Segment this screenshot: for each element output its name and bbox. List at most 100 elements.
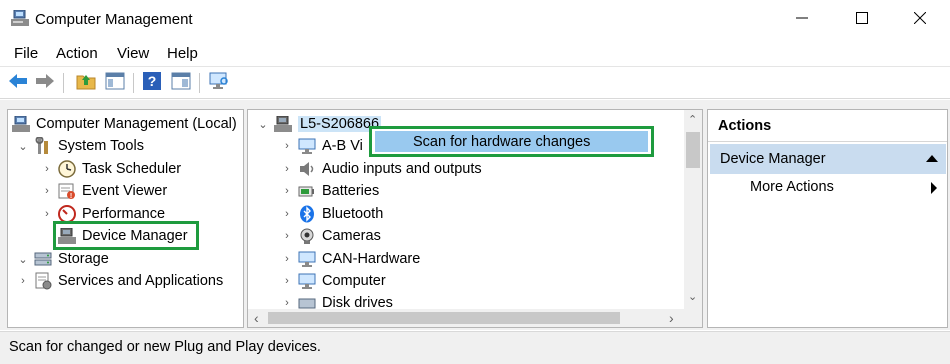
speaker-icon <box>298 160 316 178</box>
actions-pane: Actions Device Manager More Actions <box>707 109 948 328</box>
scan-for-hardware-changes-menu-item[interactable]: Scan for hardware changes <box>375 131 648 152</box>
chevron-right-icon[interactable]: › <box>280 162 294 176</box>
tree-item-label: Event Viewer <box>82 183 168 199</box>
device-category-label: Computer <box>322 273 386 289</box>
chevron-right-icon[interactable]: › <box>16 274 30 288</box>
device-category-label: Batteries <box>322 183 380 199</box>
actions-group-device-manager[interactable]: Device Manager <box>710 144 946 174</box>
device-category-label: Bluetooth <box>322 206 384 222</box>
menu-view[interactable]: View <box>117 45 149 62</box>
menu-bar: File Action View Help <box>0 41 950 67</box>
chevron-right-icon[interactable]: › <box>280 229 294 243</box>
status-text: Scan for changed or new Plug and Play de… <box>9 339 321 355</box>
device-category-label: A-B Vi <box>322 138 363 154</box>
back-arrow-icon <box>8 73 28 92</box>
scroll-corner <box>684 309 702 327</box>
tree-item-label: Task Scheduler <box>82 161 182 177</box>
minimize-button[interactable] <box>782 4 822 34</box>
title-bar: Computer Management <box>0 0 950 40</box>
device-category[interactable]: › CAN-Hardware <box>280 248 420 270</box>
scroll-left-icon[interactable]: ‹ <box>254 310 259 326</box>
tree-item-system-tools[interactable]: ⌄ System Tools <box>16 135 144 157</box>
chevron-right-icon[interactable]: › <box>280 184 294 198</box>
forward-arrow-icon <box>35 73 55 92</box>
horizontal-scroll-thumb[interactable] <box>268 312 620 324</box>
chevron-down-icon[interactable]: ⌄ <box>16 139 30 153</box>
console-tree-pane: Computer Management (Local) ⌄ System Too… <box>7 109 244 328</box>
tree-item-event-viewer[interactable]: › ! Event Viewer <box>40 180 167 202</box>
chevron-down-icon[interactable]: ⌄ <box>16 252 30 266</box>
collapse-triangle-icon[interactable] <box>926 155 938 162</box>
device-category[interactable]: › Batteries <box>280 180 379 202</box>
status-bar: Scan for changed or new Plug and Play de… <box>0 331 950 364</box>
battery-icon <box>298 182 316 200</box>
scroll-up-icon[interactable]: ⌃ <box>688 113 697 126</box>
chevron-right-icon[interactable]: › <box>280 252 294 266</box>
maximize-button[interactable] <box>842 4 882 34</box>
monitor-icon <box>298 137 316 155</box>
tree-item-label: Performance <box>82 206 166 222</box>
chevron-right-icon[interactable]: › <box>280 139 294 153</box>
chevron-right-icon[interactable]: › <box>40 184 54 198</box>
maximize-icon <box>856 11 868 27</box>
bluetooth-icon <box>298 205 316 223</box>
menu-help[interactable]: Help <box>167 45 198 62</box>
forward-button[interactable] <box>34 71 56 93</box>
clock-icon <box>58 160 76 178</box>
svg-text:!: ! <box>70 193 72 200</box>
close-button[interactable] <box>900 4 940 34</box>
menu-file[interactable]: File <box>14 45 38 62</box>
tools-icon <box>34 137 52 155</box>
vertical-scrollbar[interactable]: ⌃ ⌄ <box>684 110 702 310</box>
toolbar-separator <box>199 73 200 93</box>
device-category[interactable]: › Cameras <box>280 225 381 247</box>
chevron-right-icon[interactable]: › <box>280 274 294 288</box>
device-category-label: Audio inputs and outputs <box>322 161 482 177</box>
tree-item-label: Services and Applications <box>58 273 224 289</box>
event-viewer-icon: ! <box>58 182 76 200</box>
tree-item-task-scheduler[interactable]: › Task Scheduler <box>40 158 181 180</box>
chevron-right-icon[interactable]: › <box>280 296 294 310</box>
scan-hardware-icon <box>208 72 230 93</box>
submenu-arrow-icon <box>931 182 937 194</box>
tree-item-label: System Tools <box>58 138 144 154</box>
properties-button[interactable] <box>170 71 192 93</box>
device-category[interactable]: › Bluetooth <box>280 203 383 225</box>
chevron-right-icon[interactable]: › <box>40 207 54 221</box>
tree-item-computer-management[interactable]: Computer Management (Local) <box>12 113 237 135</box>
actions-group-label: Device Manager <box>720 151 826 167</box>
svg-text:?: ? <box>148 73 157 89</box>
back-button[interactable] <box>7 71 29 93</box>
scan-hardware-button[interactable] <box>208 71 230 93</box>
services-icon <box>34 272 52 290</box>
computer-icon <box>298 272 316 290</box>
chevron-down-icon[interactable]: ⌄ <box>256 117 270 131</box>
show-hide-tree-button[interactable] <box>104 71 126 93</box>
chevron-right-icon[interactable]: › <box>280 207 294 221</box>
scroll-down-icon[interactable]: ⌄ <box>688 290 697 303</box>
vertical-scroll-thumb[interactable] <box>686 132 700 168</box>
menu-action[interactable]: Action <box>56 45 98 62</box>
device-category[interactable]: › Computer <box>280 270 386 292</box>
device-category-label: CAN-Hardware <box>322 251 421 267</box>
tree-item-storage[interactable]: ⌄ Storage <box>16 248 108 270</box>
more-actions-link[interactable]: More Actions <box>750 179 834 195</box>
horizontal-scrollbar[interactable]: ‹ › <box>248 309 685 327</box>
close-icon <box>913 11 927 27</box>
scroll-right-icon[interactable]: › <box>669 310 674 326</box>
chevron-right-icon[interactable]: › <box>40 162 54 176</box>
up-folder-button[interactable] <box>75 71 97 93</box>
show-hide-tree-icon <box>105 72 125 93</box>
tree-item-label: Computer Management (Local) <box>36 116 237 132</box>
toolbar-separator <box>63 73 64 93</box>
minimize-icon <box>796 11 808 27</box>
tree-item-services-and-applications[interactable]: › Services and Applications <box>16 270 223 292</box>
device-category[interactable]: › A-B Vi <box>280 135 363 157</box>
device-root[interactable]: ⌄ L5-S206866 <box>256 113 382 135</box>
device-category-label: Cameras <box>322 228 381 244</box>
computer-management-icon <box>11 9 29 26</box>
help-button[interactable]: ? <box>141 71 163 93</box>
computer-management-icon <box>12 115 30 133</box>
window-title: Computer Management <box>35 11 193 28</box>
device-category[interactable]: › Audio inputs and outputs <box>280 158 482 180</box>
